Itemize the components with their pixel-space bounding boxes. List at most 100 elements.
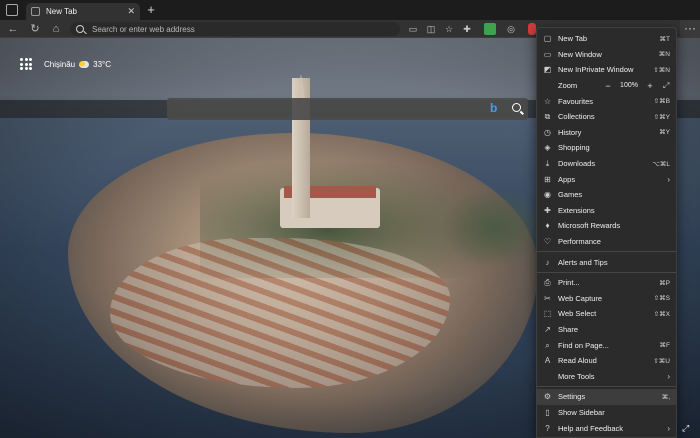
menu-item-shortcut: ⌘, — [661, 393, 670, 401]
search-icon — [76, 25, 84, 33]
settings-and-more-menu: ▢ New Tab ⌘T ▭ New Window ⌘N ◩ New InPrivate Wi… — [536, 27, 677, 438]
menu-item-shortcut: ⌘P — [659, 279, 670, 287]
menu-item-label: Microsoft Rewards — [558, 221, 621, 231]
extension-badge-icon[interactable]: ◎ — [506, 24, 516, 34]
menu-item-label: Apps — [558, 174, 576, 184]
downloads-icon: ⤓ — [545, 159, 550, 169]
tab-actions-icon[interactable] — [6, 4, 18, 16]
read-aloud-icon: A — [544, 356, 551, 366]
zoom-in-button[interactable]: + — [643, 81, 657, 91]
menu-item-shortcut: ⌘T — [659, 35, 670, 43]
shopping-icon: ◈ — [544, 143, 551, 153]
menu-item-shopping[interactable]: ◈ Shopping — [537, 140, 676, 156]
performance-icon: ♡ — [543, 237, 552, 247]
bell-icon: ♪ — [545, 257, 550, 267]
apps-icon: ⊞ — [544, 174, 551, 184]
menu-item-help-and-feedback[interactable]: ? Help and Feedback › — [537, 420, 676, 436]
extension-red-icon[interactable] — [528, 23, 536, 35]
split-screen-icon[interactable]: ◫ — [426, 24, 436, 34]
menu-item-shortcut: ⇧⌘U — [653, 357, 670, 365]
menu-item-new-tab[interactable]: ▢ New Tab ⌘T — [537, 31, 676, 47]
menu-item-alerts-and-tips[interactable]: ♪ Alerts and Tips — [537, 254, 676, 270]
menu-item-settings[interactable]: ⚙ Settings ⌘, — [537, 389, 676, 405]
find-icon: ⌕ — [545, 340, 550, 350]
collections-icon: ⧉ — [544, 112, 551, 122]
menu-item-label: Games — [558, 190, 583, 200]
menu-item-label: Alerts and Tips — [558, 257, 608, 267]
games-icon: ◉ — [544, 190, 551, 200]
menu-item-shortcut: ⌥⌘L — [652, 160, 670, 168]
new-tab-button[interactable]: + — [144, 3, 158, 17]
menu-item-label: Extensions — [558, 205, 595, 215]
menu-item-zoom[interactable]: Zoom −100% + ⤢ — [537, 78, 676, 94]
menu-item-show-sidebar[interactable]: ▯ Show Sidebar — [537, 405, 676, 421]
zoom-label: Zoom — [558, 81, 578, 91]
menu-item-more-tools[interactable]: More Tools › — [537, 368, 676, 384]
favorites-icon: ☆ — [543, 96, 552, 106]
chevron-right-icon: › — [667, 174, 670, 184]
menu-item-label: Find on Page... — [558, 340, 609, 350]
new-window-icon: ▭ — [543, 49, 552, 59]
add-favorite-icon[interactable]: ☆ — [444, 24, 454, 34]
app-available-icon[interactable]: ▭ — [408, 24, 418, 34]
rewards-icon: ♦ — [545, 221, 550, 231]
menu-item-microsoft-rewards[interactable]: ♦ Microsoft Rewards — [537, 218, 676, 234]
back-button[interactable]: ← — [6, 22, 20, 36]
history-icon: ◷ — [544, 127, 551, 137]
search-icon[interactable] — [512, 103, 521, 112]
menu-item-label: New Window — [558, 49, 602, 59]
print-icon: ⎙ — [544, 278, 551, 288]
menu-divider — [537, 251, 676, 253]
zoom-out-button[interactable]: − — [601, 81, 615, 91]
menu-item-read-aloud[interactable]: A Read Aloud ⇧⌘U — [537, 353, 676, 369]
web-search-input[interactable] — [175, 102, 485, 116]
chevron-right-icon: › — [667, 371, 670, 381]
address-bar[interactable] — [70, 22, 400, 36]
settings-and-more-button[interactable]: ··· — [680, 20, 700, 38]
menu-item-shortcut: ⇧⌘B — [653, 98, 670, 106]
menu-item-history[interactable]: ◷ History ⌘Y — [537, 125, 676, 141]
web-search-box[interactable] — [167, 98, 528, 120]
menu-item-collections[interactable]: ⧉ Collections ⇧⌘Y — [537, 109, 676, 125]
menu-item-shortcut: ⇧⌘X — [653, 310, 670, 318]
menu-item-web-capture[interactable]: ✂ Web Capture ⇧⌘S — [537, 291, 676, 307]
menu-item-new-inprivate-window[interactable]: ◩ New InPrivate Window ⇧⌘N — [537, 62, 676, 78]
weather-temperature: 33°C — [93, 60, 112, 69]
menu-item-share[interactable]: ↗ Share — [537, 322, 676, 338]
sidebar-icon: ▯ — [545, 407, 550, 417]
menu-item-web-select[interactable]: ⬚ Web Select ⇧⌘X — [537, 306, 676, 322]
menu-item-extensions[interactable]: ✚ Extensions — [537, 203, 676, 219]
menu-item-favourites[interactable]: ☆ Favourites ⇧⌘B — [537, 93, 676, 109]
menu-item-new-window[interactable]: ▭ New Window ⌘N — [537, 47, 676, 63]
tab-strip: New Tab ✕ + — [0, 0, 700, 20]
refresh-button[interactable]: ↻ — [28, 22, 42, 36]
menu-item-downloads[interactable]: ⤓ Downloads ⌥⌘L — [537, 156, 676, 172]
extension-green-icon[interactable] — [484, 23, 496, 35]
partly-sunny-icon — [79, 61, 90, 68]
menu-item-shortcut: ⌘F — [659, 342, 670, 350]
menu-item-label: Settings — [558, 392, 586, 402]
weather-widget[interactable]: Chișinău 33°C — [44, 60, 111, 69]
bing-icon[interactable]: b — [490, 102, 500, 115]
menu-item-label: Show Sidebar — [558, 407, 605, 417]
menu-item-performance[interactable]: ♡ Performance — [537, 234, 676, 250]
menu-item-shortcut: ⇧⌘Y — [653, 113, 670, 121]
expand-icon[interactable]: ⤢ — [682, 424, 691, 433]
menu-item-label: Downloads — [558, 159, 596, 169]
close-icon[interactable]: ✕ — [127, 6, 135, 17]
menu-item-print[interactable]: ⎙ Print... ⌘P — [537, 275, 676, 291]
menu-item-label: Favourites — [558, 96, 594, 106]
fullscreen-icon[interactable]: ⤢ — [663, 81, 669, 91]
apps-launcher-icon[interactable] — [20, 58, 32, 70]
extensions-icon[interactable]: ✚ — [462, 24, 472, 34]
menu-item-find-on-page[interactable]: ⌕ Find on Page... ⌘F — [537, 337, 676, 353]
menu-item-label: Shopping — [558, 143, 590, 153]
home-button[interactable]: ⌂ — [49, 22, 63, 36]
menu-item-label: Print... — [558, 278, 580, 288]
tab-new-tab[interactable]: New Tab ✕ — [26, 3, 140, 20]
page-icon — [31, 7, 40, 16]
menu-item-games[interactable]: ◉ Games — [537, 187, 676, 203]
menu-item-apps[interactable]: ⊞ Apps › — [537, 171, 676, 187]
address-input[interactable] — [92, 24, 342, 34]
menu-item-label: Web Capture — [558, 293, 603, 303]
